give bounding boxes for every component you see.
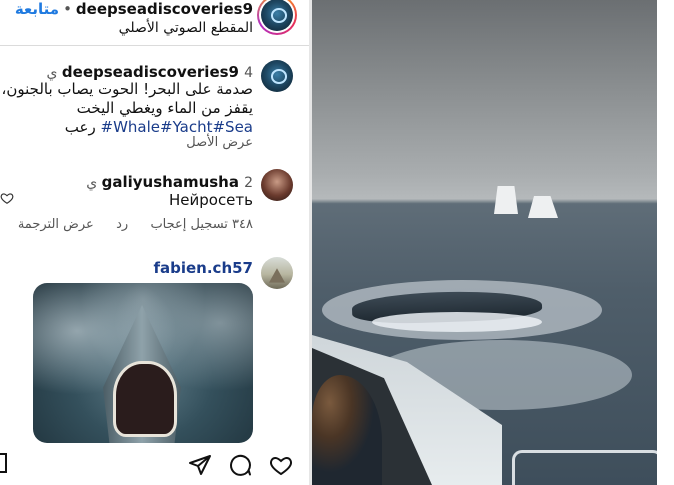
heart-icon[interactable]: [269, 453, 293, 477]
owner-avatar: [261, 0, 293, 31]
caption-line-3: #Whale#Yacht#Sea رعب: [65, 118, 253, 136]
comment1-header: galiyushamusha 2 ي: [86, 172, 253, 191]
caption-header: deepseadiscoveries9 4 ي: [46, 62, 253, 81]
reel-video[interactable]: [312, 0, 657, 485]
separator-dot: •: [63, 0, 72, 18]
fabien-avatar[interactable]: [261, 257, 293, 289]
comment2-username[interactable]: fabien.ch57: [153, 259, 253, 277]
comments-panel: deepseadiscoveries9•متابعة المقطع الصوتي…: [0, 0, 309, 485]
page-margin: [657, 0, 674, 485]
owner-header: deepseadiscoveries9•متابعة: [15, 0, 253, 18]
comment1-reply[interactable]: رد: [116, 217, 128, 232]
header-divider: [0, 45, 309, 46]
heart-icon[interactable]: [0, 191, 14, 205]
comment2-image[interactable]: [33, 283, 253, 443]
comment1-text: Нейросеть: [168, 191, 253, 209]
whale-splash: [372, 312, 542, 332]
comment1-actions: ٣٤٨ تسجيل إعجاب رد عرض الترجمة: [18, 217, 253, 232]
action-bar: [0, 445, 309, 485]
bookmark-icon[interactable]: [0, 453, 7, 473]
owner-username[interactable]: deepseadiscoveries9: [76, 0, 253, 18]
send-icon[interactable]: [188, 453, 212, 477]
galiyu-avatar[interactable]: [261, 169, 293, 201]
comment2-header: fabien.ch57: [153, 258, 253, 277]
owner-avatar-ring[interactable]: [257, 0, 297, 35]
caption-line-1: صدمة على البحر! الحوت يصاب بالجنون،: [1, 80, 253, 98]
see-original-link[interactable]: عرض الأصل: [186, 135, 253, 150]
caption-line-2: يقفز من الماء ويغطي اليخت: [76, 99, 253, 117]
boat-rail: [512, 450, 657, 485]
caption-last-word: رعب: [64, 118, 96, 136]
yacht-2: [528, 196, 558, 218]
yacht-1: [494, 186, 518, 214]
comment1-likes[interactable]: ٣٤٨ تسجيل إعجاب: [150, 217, 253, 232]
caption-hashtags[interactable]: #Whale#Yacht#Sea: [101, 118, 254, 136]
original-audio-link[interactable]: المقطع الصوتي الأصلي: [119, 20, 253, 36]
caption-avatar[interactable]: [261, 60, 293, 92]
caption-username[interactable]: deepseadiscoveries9: [62, 63, 239, 81]
comment1-translate[interactable]: عرض الترجمة: [18, 217, 94, 232]
follow-button[interactable]: متابعة: [15, 0, 59, 18]
comment1-username[interactable]: galiyushamusha: [102, 173, 239, 191]
comment-icon[interactable]: [228, 453, 252, 477]
